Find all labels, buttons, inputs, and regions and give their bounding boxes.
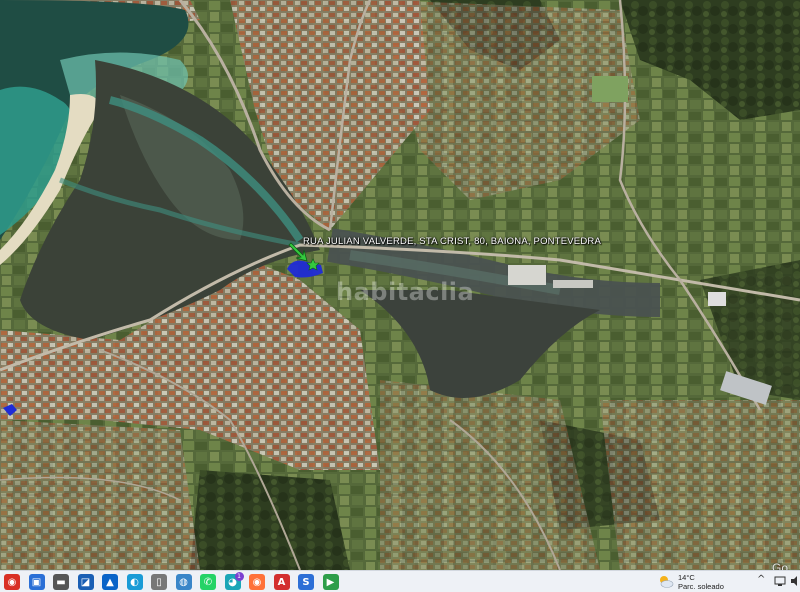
acrobat-icon[interactable]: A	[273, 574, 290, 590]
chrome-icon[interactable]: ◉	[4, 574, 20, 590]
satellite-map[interactable]: RUA JULIAN VALVERDE, STA CRIST, 80, BAIO…	[0, 0, 800, 570]
place-label: RUA JULIAN VALVERDE, STA CRIST, 80, BAIO…	[303, 236, 601, 247]
photos-icon[interactable]: ▲	[102, 574, 118, 590]
file-icon[interactable]: ▯	[151, 574, 167, 590]
network-icon[interactable]	[774, 575, 786, 590]
taskbar: ◉ ▣ ▬ ◪ ▲ ◐ ▯ ◍ ✆ ◕ ◉ A S ▶ 1 14°C Parc. soleado ^	[0, 570, 800, 592]
edge-icon[interactable]: ◐	[126, 574, 143, 590]
app-icon[interactable]: ▣	[28, 574, 45, 590]
globe-icon[interactable]: ◍	[175, 574, 192, 590]
app-icon-2[interactable]: ◪	[77, 574, 94, 590]
corner-text: Go	[772, 561, 789, 570]
weather-widget[interactable]: 14°C Parc. soleado	[658, 573, 758, 591]
weather-icon	[660, 576, 674, 588]
tray-chevron-icon[interactable]: ^	[757, 574, 765, 585]
whatsapp-icon[interactable]: ✆	[200, 574, 216, 590]
app-icon-4[interactable]: S	[298, 574, 314, 590]
explorer-icon[interactable]: ▬	[53, 574, 69, 590]
location-marker[interactable]	[287, 241, 327, 281]
watermark: habitaclia	[336, 278, 475, 306]
speaker-icon[interactable]	[790, 575, 800, 590]
notification-badge: 1	[234, 572, 244, 581]
weather-temp: 14°C	[678, 573, 695, 582]
weather-desc: Parc. soleado	[678, 582, 724, 591]
app-icon-5[interactable]: ▶	[322, 574, 339, 590]
firefox-icon[interactable]: ◉	[249, 574, 265, 590]
